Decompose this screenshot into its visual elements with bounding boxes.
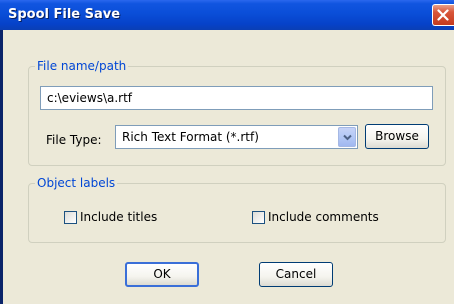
browse-button-label: Browse: [375, 129, 419, 143]
ok-button[interactable]: OK: [125, 262, 199, 287]
include-titles-label[interactable]: Include titles: [80, 210, 157, 224]
browse-button[interactable]: Browse: [365, 124, 429, 149]
object-labels-group-label: Object labels: [35, 176, 118, 190]
spool-file-save-dialog: Spool File Save File name/path c:\eviews…: [0, 0, 454, 304]
include-comments-label[interactable]: Include comments: [268, 210, 379, 224]
include-comments-checkbox[interactable]: [252, 211, 265, 224]
cancel-button-label: Cancel: [275, 267, 317, 281]
include-titles-checkbox[interactable]: [64, 211, 77, 224]
close-icon: [437, 9, 449, 21]
file-type-dropdown-button[interactable]: [338, 127, 356, 147]
title-bar[interactable]: Spool File Save: [0, 0, 454, 30]
file-type-select[interactable]: Rich Text Format (*.rtf): [115, 125, 358, 149]
close-button[interactable]: [432, 4, 454, 26]
window-title: Spool File Save: [8, 7, 121, 22]
file-path-group: File name/path: [28, 59, 446, 166]
chevron-down-icon: [343, 134, 352, 141]
ok-button-label: OK: [153, 267, 171, 281]
file-type-value: Rich Text Format (*.rtf): [122, 130, 259, 144]
dialog-body: File name/path c:\eviews\a.rtf File Type…: [3, 30, 454, 304]
file-path-group-label: File name/path: [35, 59, 129, 73]
cancel-button[interactable]: Cancel: [259, 262, 333, 287]
file-type-label: File Type:: [46, 133, 102, 147]
file-path-input[interactable]: c:\eviews\a.rtf: [40, 86, 433, 110]
